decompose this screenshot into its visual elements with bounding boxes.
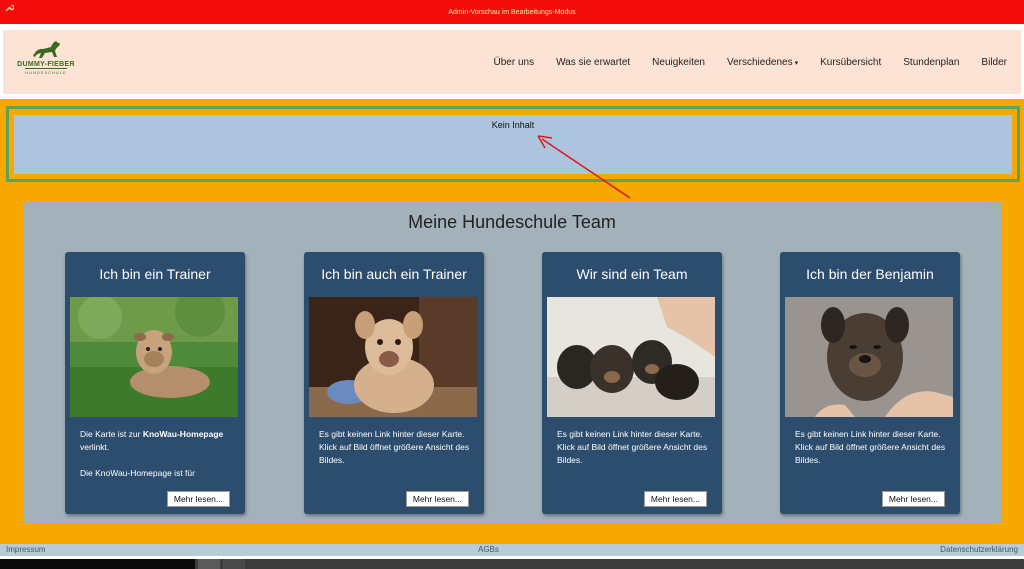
footer-link-impressum[interactable]: Impressum [6, 545, 46, 554]
card-text-part: Die Karte ist zur [80, 429, 143, 439]
team-card-3[interactable]: Wir sind ein Team Es gibt keinen Link hi… [542, 252, 722, 514]
card-title: Wir sind ein Team [576, 266, 688, 282]
nav-item-bilder[interactable]: Bilder [981, 57, 1007, 68]
logo-brand: DUMMY-FIEBER [17, 61, 75, 68]
card-text: Es gibt keinen Link hinter dieser Karte.… [319, 429, 470, 465]
navbar: DUMMY-FIEBER HUNDESCHULE Über uns Was si… [3, 30, 1021, 94]
taskbar [0, 559, 1024, 569]
taskbar-button[interactable] [198, 559, 220, 569]
card-link-knowau[interactable]: KnoWau-Homepage [143, 429, 223, 439]
nav-item-stundenplan[interactable]: Stundenplan [903, 57, 959, 68]
card-title: Ich bin auch ein Trainer [321, 266, 467, 282]
caret-down-icon: ▾ [794, 59, 799, 67]
card-image-benjamin-puppy[interactable] [785, 297, 953, 417]
nav-item-kursuebersicht[interactable]: Kursübersicht [820, 57, 881, 68]
footer-link-datenschutz[interactable]: Datenschutzerklärung [940, 545, 1018, 554]
card-text-paragraph-2: Die KnoWau-Homepage ist für [80, 468, 195, 478]
mehr-lesen-button[interactable]: Mehr lesen... [881, 491, 945, 507]
mehr-lesen-button[interactable]: Mehr lesen... [643, 491, 707, 507]
footer: Impressum AGBs Datenschutzerklärung [0, 544, 1024, 556]
nav-item-ueber-uns[interactable]: Über uns [494, 57, 535, 68]
card-image-shar-pei-puppy[interactable] [70, 297, 238, 417]
wrench-icon[interactable] [4, 3, 14, 13]
admin-preview-bar: Admin-Vorschau im Bearbeitungs-Modus [0, 0, 1024, 24]
empty-content-text: Kein Inhalt [491, 120, 535, 130]
team-card-2[interactable]: Ich bin auch ein Trainer Es gibt keinen … [304, 252, 484, 514]
taskbar-search-area[interactable] [0, 559, 195, 569]
nav-item-verschiedenes-label: Verschiedenes [726, 56, 793, 68]
card-title: Ich bin ein Trainer [99, 266, 211, 282]
team-section: Meine Hundeschule Team Ich bin ein Train… [23, 202, 1001, 523]
card-text: Es gibt keinen Link hinter dieser Karte.… [795, 429, 946, 465]
card-text-paragraph-1: Die Karte ist zur KnoWau-Homepage verlin… [80, 428, 232, 454]
card-text-part: verlinkt. [80, 442, 110, 452]
empty-content-block[interactable]: Kein Inhalt [12, 113, 1014, 176]
card-image-tan-dog[interactable] [309, 297, 477, 417]
nav-item-neuigkeiten[interactable]: Neuigkeiten [652, 57, 705, 68]
logo[interactable]: DUMMY-FIEBER HUNDESCHULE [13, 38, 79, 82]
team-card-4[interactable]: Ich bin der Benjamin Es gibt keinen Link… [780, 252, 960, 514]
footer-link-agbs[interactable]: AGBs [478, 545, 499, 554]
dog-logo-icon [33, 41, 60, 58]
nav-menu: Über uns Was sie erwartet Neuigkeiten Ve… [494, 30, 1008, 94]
mehr-lesen-button[interactable]: Mehr lesen... [166, 491, 230, 507]
card-image-puppies[interactable] [547, 297, 715, 417]
taskbar-button[interactable] [223, 559, 245, 569]
nav-item-verschiedenes[interactable]: Verschiedenes ▾ [727, 57, 798, 68]
team-card-1[interactable]: Ich bin ein Trainer Die Karte ist zur Kn… [65, 252, 245, 514]
card-text: Die Karte ist zur KnoWau-Homepage verlin… [80, 428, 232, 493]
team-title: Meine Hundeschule Team [408, 212, 616, 232]
mehr-lesen-button[interactable]: Mehr lesen... [405, 491, 469, 507]
card-title: Ich bin der Benjamin [806, 266, 934, 282]
admin-preview-text: Admin-Vorschau im Bearbeitungs-Modus [448, 8, 576, 16]
logo-subtitle: HUNDESCHULE [25, 68, 67, 75]
card-text: Es gibt keinen Link hinter dieser Karte.… [557, 429, 708, 465]
nav-item-was-sie-erwartet[interactable]: Was sie erwartet [556, 57, 630, 68]
